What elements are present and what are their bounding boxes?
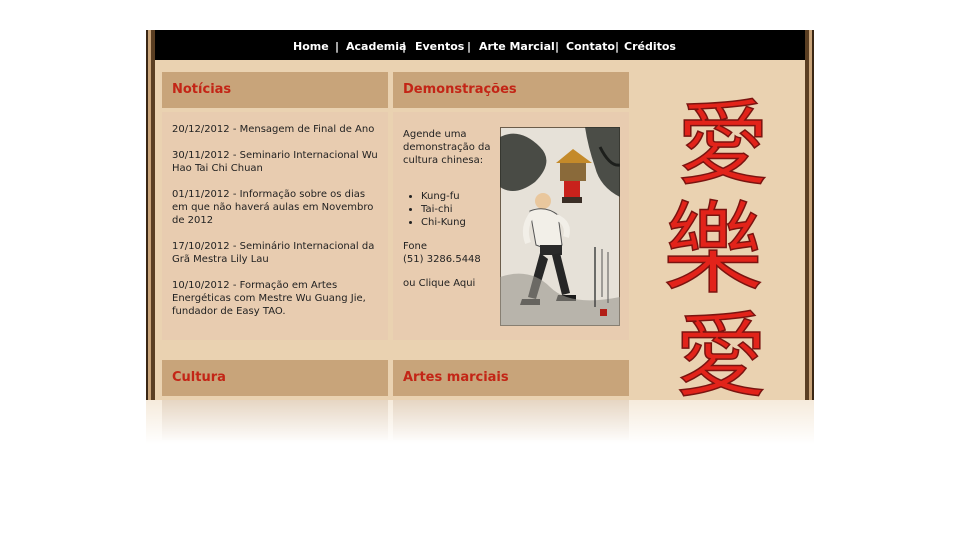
news-item[interactable]: 01/11/2012 - Informação sobre os dias em… bbox=[172, 188, 382, 227]
demo-phone-label: Fone bbox=[403, 241, 428, 252]
news-item[interactable]: 10/10/2012 - Formação em Artes Energétic… bbox=[172, 279, 382, 318]
noticias-title: Notícias bbox=[172, 82, 232, 97]
glyph-le: 樂 bbox=[665, 191, 763, 308]
glyph-ai-1: 愛 bbox=[677, 91, 769, 198]
nav-home[interactable]: Home bbox=[293, 40, 329, 54]
demo-list-item: Kung-fu bbox=[421, 190, 495, 203]
news-item[interactable]: 30/11/2012 - Seminario Internacional Wu … bbox=[172, 149, 382, 175]
nav-separator: | bbox=[555, 40, 560, 53]
demo-intro: Agende uma demonstração da cultura chine… bbox=[403, 129, 491, 166]
demo-spacer bbox=[403, 167, 495, 190]
artes-marciais-header: Artes marciais bbox=[393, 360, 629, 396]
nav-separator: | bbox=[615, 40, 620, 53]
nav-eventos[interactable]: Eventos bbox=[415, 40, 464, 54]
nav-separator: | bbox=[335, 40, 340, 53]
demo-list-item: Chi-Kung bbox=[421, 216, 495, 229]
frame-border-right bbox=[805, 30, 814, 400]
nav-academia[interactable]: Academia bbox=[346, 40, 406, 54]
noticias-header: Notícias bbox=[162, 72, 388, 108]
nav-separator: | bbox=[402, 40, 407, 53]
demo-phone: (51) 3286.5448 bbox=[403, 254, 481, 265]
artes-marciais-title[interactable]: Artes marciais bbox=[403, 370, 509, 386]
demonstracoes-header: Demonstrações bbox=[393, 72, 629, 108]
chinese-glyphs-decoration: 愛 樂 愛 bbox=[662, 88, 775, 411]
cultura-title[interactable]: Cultura bbox=[172, 370, 226, 386]
demo-cta-link[interactable]: ou Clique Aqui bbox=[403, 277, 495, 290]
demonstracoes-title: Demonstrações bbox=[403, 82, 517, 97]
glyph-ai-2: 愛 bbox=[675, 303, 767, 408]
nav-creditos[interactable]: Créditos bbox=[624, 40, 676, 54]
demonstracoes-content: Agende uma demonstração da cultura chine… bbox=[403, 128, 495, 290]
reflection-fade bbox=[146, 400, 814, 480]
page-reflection bbox=[146, 400, 814, 480]
news-item[interactable]: 20/12/2012 - Mensagem de Final de Ano bbox=[172, 123, 382, 136]
demo-list: Kung-fu Tai-chi Chi-Kung bbox=[403, 190, 495, 229]
frame-border-left bbox=[146, 30, 155, 400]
top-navbar: Home | Academia | Eventos | Arte Marcial… bbox=[155, 30, 805, 60]
demo-list-item: Tai-chi bbox=[421, 203, 495, 216]
nav-contato[interactable]: Contato bbox=[566, 40, 615, 54]
kungfu-painting-icon bbox=[500, 127, 621, 326]
news-item[interactable]: 17/10/2012 - Seminário Internacional da … bbox=[172, 240, 382, 266]
nav-separator: | bbox=[467, 40, 472, 53]
cultura-header: Cultura bbox=[162, 360, 388, 396]
noticias-list: 20/12/2012 - Mensagem de Final de Ano 30… bbox=[172, 123, 382, 331]
nav-arte-marcial[interactable]: Arte Marcial bbox=[479, 40, 555, 54]
